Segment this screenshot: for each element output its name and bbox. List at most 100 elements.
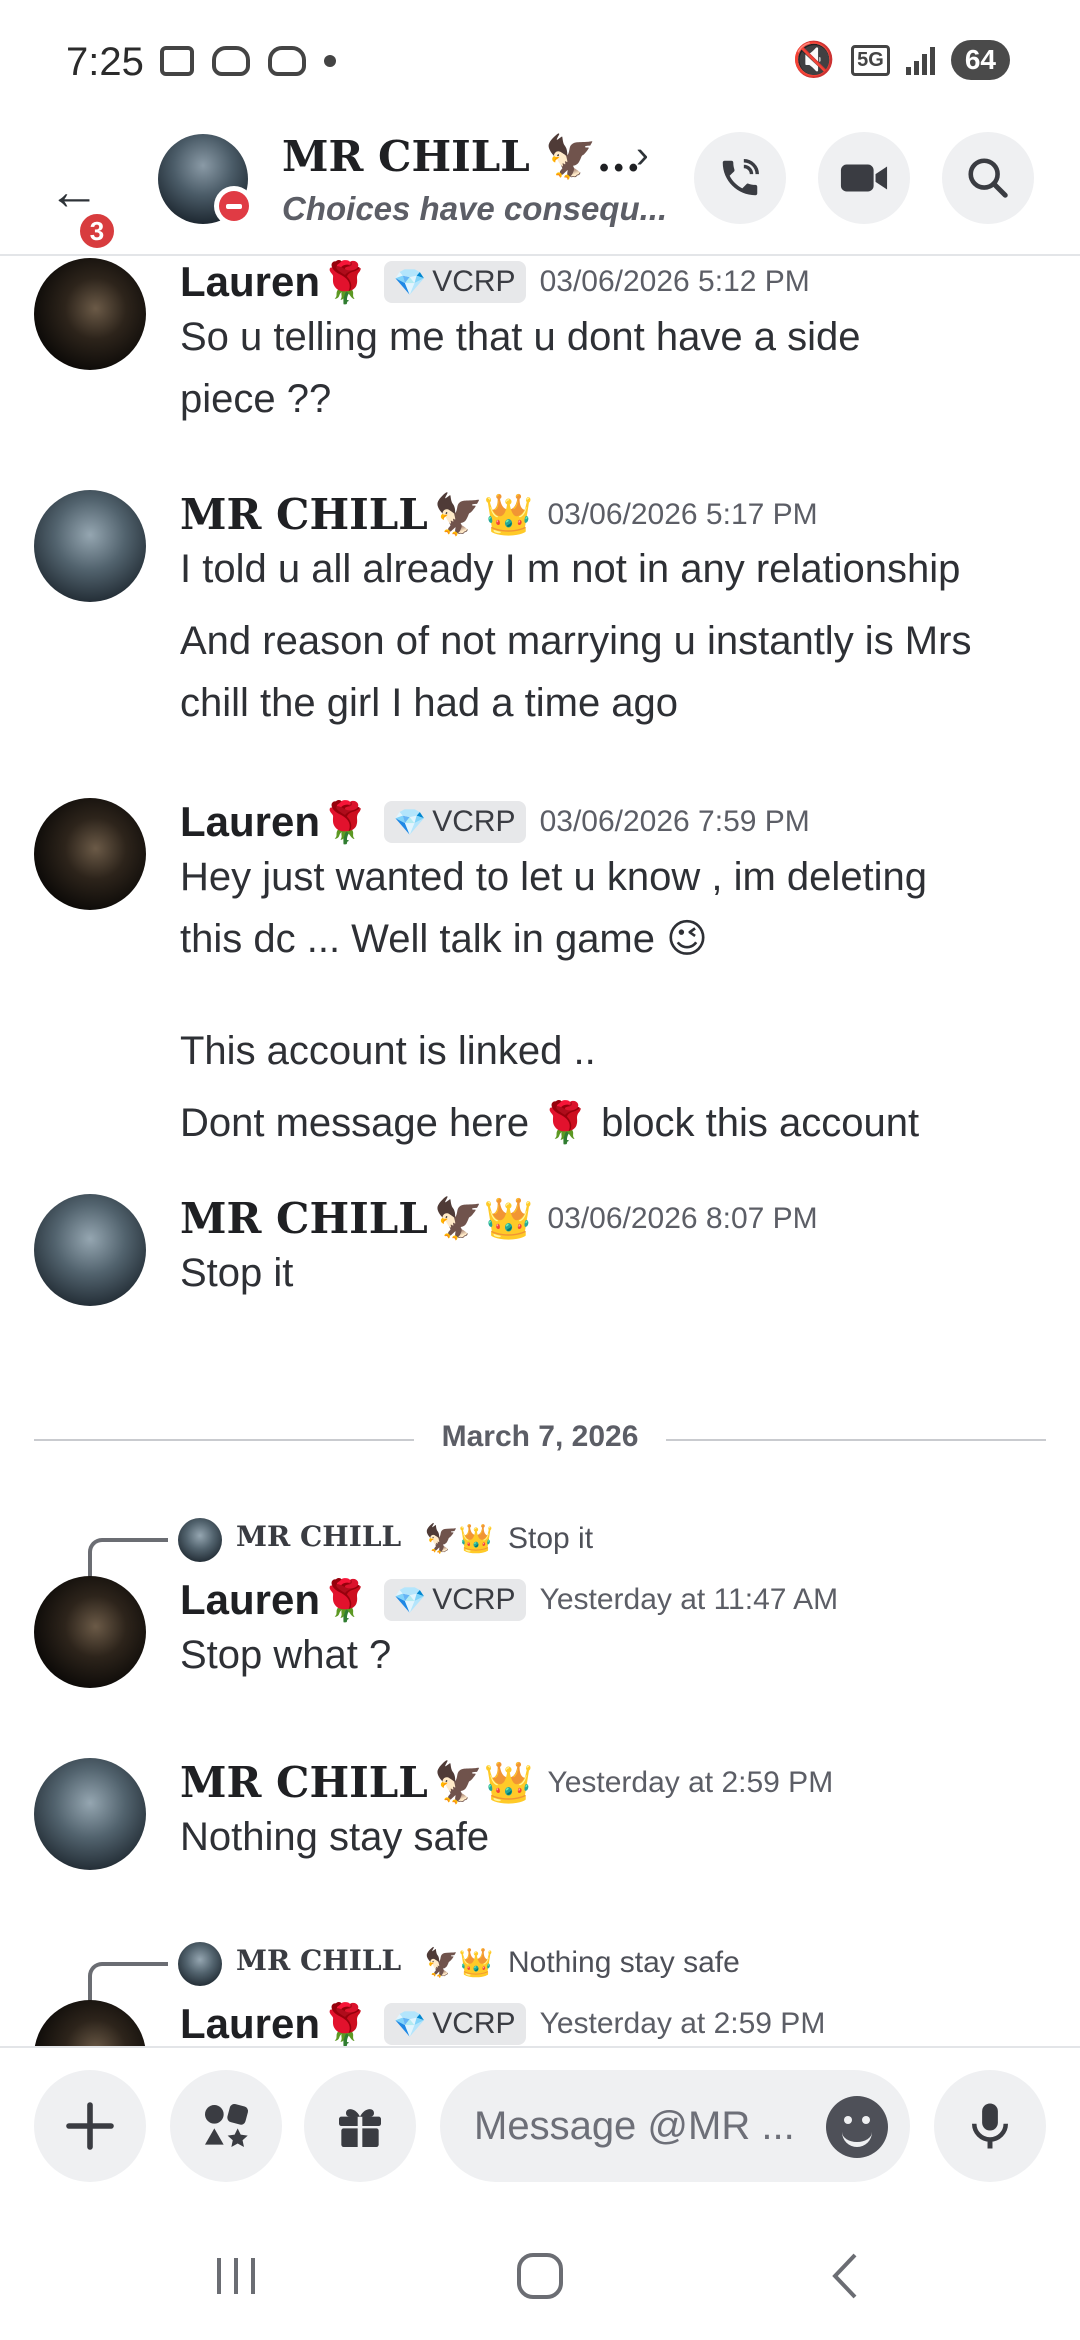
gift-icon <box>339 2109 381 2147</box>
message-header: MR CHILL 🦅👑 03/06/2026 5:17 PM <box>180 490 818 539</box>
message-line: chill the girl I had a time ago <box>180 681 679 725</box>
author-name[interactable]: MR CHILL <box>180 1194 428 1243</box>
author-emoji: 🦅👑 <box>433 1761 534 1805</box>
reply-reference[interactable]: MR CHILL 🦅👑 Nothing stay safe <box>88 1938 988 2002</box>
timestamp: Yesterday at 2:59 PM <box>539 2007 826 2040</box>
video-call-button[interactable] <box>818 132 910 224</box>
message-composer: Message @MR ... <box>0 2046 1080 2216</box>
attach-button[interactable] <box>34 2070 146 2182</box>
author-name[interactable]: Lauren <box>180 798 320 846</box>
avatar[interactable] <box>34 1194 146 1306</box>
timestamp: 03/06/2026 5:17 PM <box>547 497 818 531</box>
apps-icon <box>205 2103 249 2147</box>
author-emoji: 🌹 <box>320 2002 370 2047</box>
author-emoji: 🌹 <box>320 1578 370 1623</box>
message-content: Stop it <box>180 1242 1060 1304</box>
dm-title[interactable]: MR CHILL 🦅... <box>282 132 641 182</box>
avatar[interactable] <box>34 490 146 602</box>
message-content: Nothing stay safe <box>180 1806 1060 1868</box>
message-content: So u telling me that u dont have a side … <box>180 306 1060 430</box>
more-notifications-icon <box>324 55 336 67</box>
message-content: This account is linked .. <box>180 1020 1060 1082</box>
message-line: this dc ... Well talk in game 😉 <box>180 917 708 961</box>
gem-icon: 💎 <box>393 1584 427 1615</box>
unread-badge: 3 <box>76 210 118 252</box>
reply-author: MR CHILL <box>236 1944 402 1977</box>
discord-icon <box>212 46 250 76</box>
timestamp: 03/06/2026 7:59 PM <box>539 805 810 838</box>
video-camera-icon <box>840 164 888 192</box>
reply-text: Stop it <box>508 1522 594 1555</box>
system-back-button[interactable] <box>814 2246 874 2306</box>
date-divider: March 7, 2026 <box>34 1420 1046 1460</box>
voice-message-button[interactable] <box>934 2070 1046 2182</box>
message-input[interactable]: Message @MR ... <box>440 2070 910 2182</box>
message-line: So u telling me that u dont have a side <box>180 315 861 359</box>
gem-icon: 💎 <box>393 266 427 297</box>
message-line: Dont message here 🌹 block this account <box>180 1101 920 1145</box>
message-content: Stop what ? <box>180 1624 1060 1686</box>
message-header: Lauren 🌹 💎 VCRP 03/06/2026 5:12 PM <box>180 258 810 306</box>
emoji-icon[interactable] <box>826 2096 888 2158</box>
author-name[interactable]: MR CHILL <box>180 490 428 539</box>
message-header: Lauren 🌹 💎 VCRP Yesterday at 2:59 PM <box>180 2000 825 2046</box>
message-line: And reason of not marrying u instantly i… <box>180 619 972 663</box>
server-tag-label: VCRP <box>432 2007 516 2040</box>
notification-icons <box>160 46 336 76</box>
author-name[interactable]: MR CHILL <box>180 1758 428 1807</box>
back-button[interactable]: ← 3 <box>48 152 118 252</box>
dnd-status-icon <box>214 186 254 226</box>
reply-author: MR CHILL <box>236 1520 402 1553</box>
status-time: 7:25 <box>66 40 144 84</box>
reply-connector <box>88 1538 168 1578</box>
server-tag-label: VCRP <box>432 265 516 298</box>
voice-call-button[interactable] <box>694 132 786 224</box>
author-name[interactable]: Lauren <box>180 2000 320 2046</box>
avatar[interactable] <box>34 2000 146 2046</box>
timestamp: Yesterday at 11:47 AM <box>539 1583 839 1616</box>
message-header: MR CHILL 🦅👑 Yesterday at 2:59 PM <box>180 1758 833 1807</box>
author-emoji: 🌹 <box>320 260 370 305</box>
timestamp: 03/06/2026 5:12 PM <box>539 265 810 298</box>
avatar[interactable] <box>34 1576 146 1688</box>
battery-level: 64 <box>950 40 1010 80</box>
message-content: Dont message here 🌹 block this account <box>180 1092 1060 1154</box>
screenshot-icon <box>160 46 194 76</box>
search-button[interactable] <box>942 132 1034 224</box>
reply-author-emoji: 🦅👑 <box>424 1947 494 1978</box>
message-header: Lauren 🌹 💎 VCRP 03/06/2026 7:59 PM <box>180 798 810 846</box>
server-tag[interactable]: 💎 VCRP <box>383 261 526 303</box>
author-emoji: 🦅👑 <box>433 493 534 537</box>
message-list[interactable]: Lauren 🌹 💎 VCRP 03/06/2026 5:12 PM So u t… <box>0 258 1080 2046</box>
author-name[interactable]: Lauren <box>180 258 320 306</box>
avatar[interactable] <box>34 258 146 370</box>
gem-icon: 💎 <box>393 806 427 837</box>
plus-icon <box>66 2102 114 2150</box>
apps-button[interactable] <box>170 2070 282 2182</box>
custom-status[interactable]: Choices have consequ... <box>282 190 667 228</box>
server-tag[interactable]: 💎 VCRP <box>383 801 526 843</box>
author-name[interactable]: Lauren <box>180 1576 320 1624</box>
author-emoji: 🦅👑 <box>433 1197 534 1241</box>
signal-icon <box>905 45 935 75</box>
system-nav-bar <box>0 2216 1080 2340</box>
avatar[interactable] <box>34 798 146 910</box>
server-tag[interactable]: 💎 VCRP <box>383 2003 526 2045</box>
recent-apps-button[interactable] <box>206 2246 266 2306</box>
message-content: And reason of not marrying u instantly i… <box>180 610 1060 734</box>
chevron-right-icon[interactable]: › <box>636 134 649 177</box>
avatar[interactable] <box>34 1758 146 1870</box>
gift-button[interactable] <box>304 2070 416 2182</box>
reply-reference[interactable]: MR CHILL 🦅👑 Stop it <box>88 1514 988 1578</box>
status-bar: 7:25 🔇 5G 64 <box>0 0 1080 120</box>
dm-header: ← 3 MR CHILL 🦅... › Choices have consequ… <box>0 120 1080 256</box>
search-icon <box>968 158 1008 198</box>
message-header: MR CHILL 🦅👑 03/06/2026 8:07 PM <box>180 1194 818 1243</box>
discord-icon <box>268 46 306 76</box>
server-tag-label: VCRP <box>432 805 516 838</box>
message-line: Hey just wanted to let u know , im delet… <box>180 855 928 899</box>
server-tag[interactable]: 💎 VCRP <box>383 1579 526 1621</box>
home-button[interactable] <box>510 2246 570 2306</box>
chevron-left-icon <box>832 2253 857 2299</box>
reply-connector <box>88 1962 168 2002</box>
